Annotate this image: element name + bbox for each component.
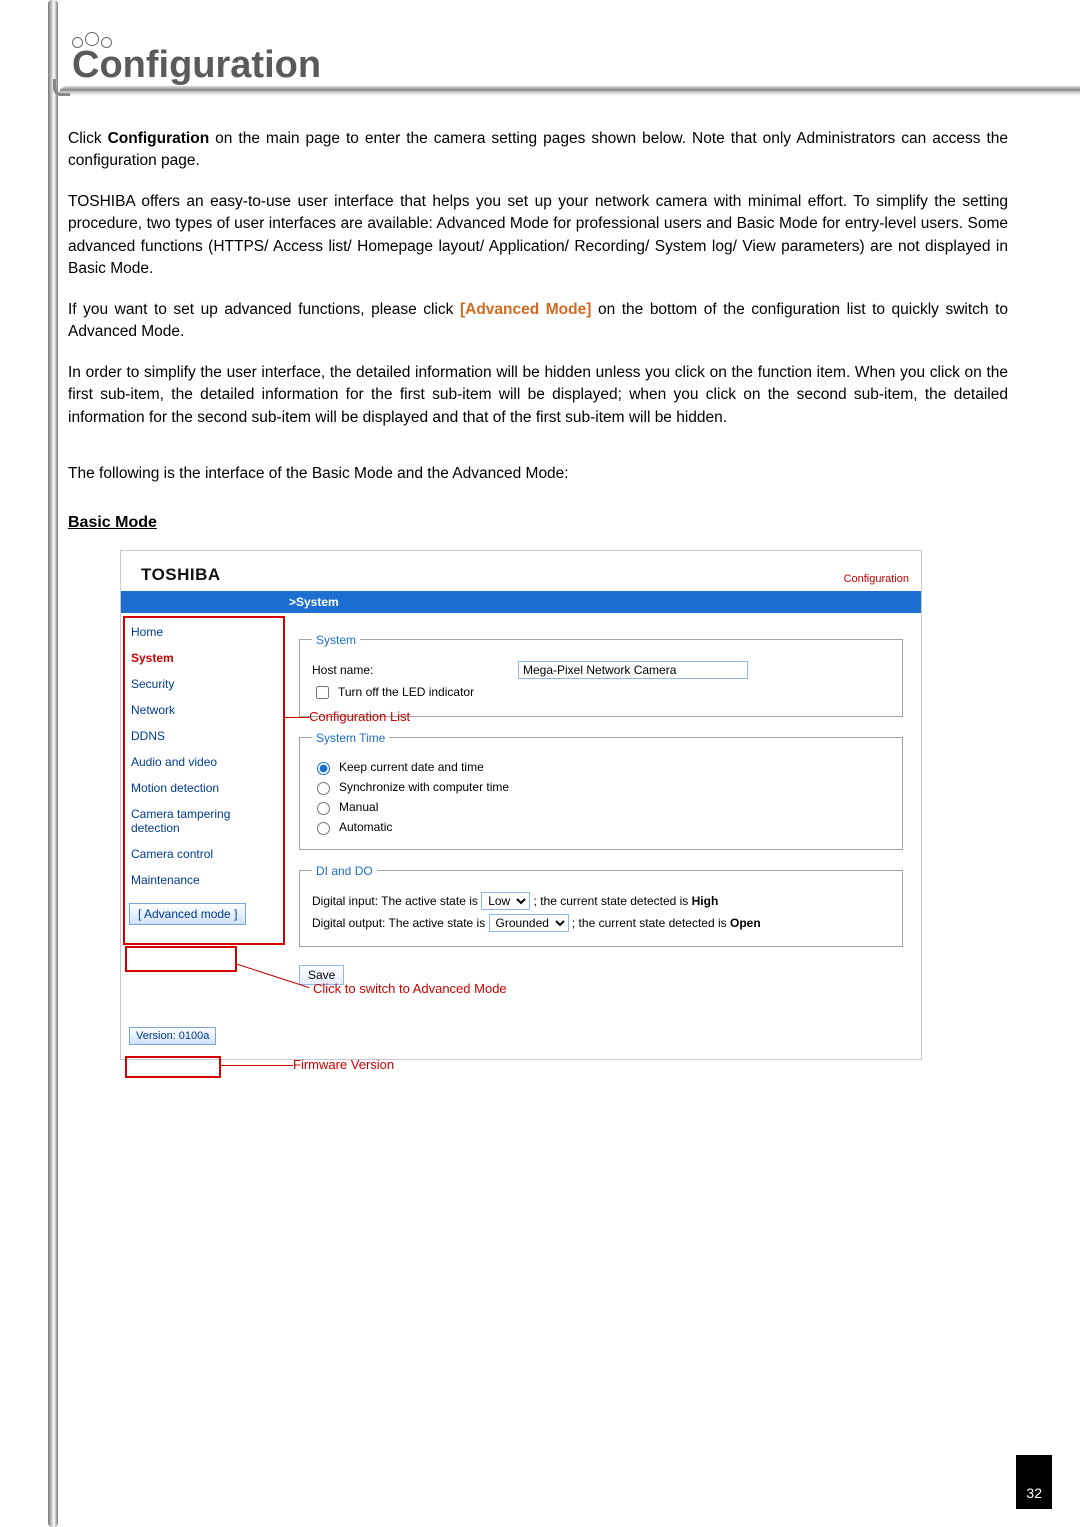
di-do-legend: DI and DO <box>312 864 377 878</box>
basic-mode-screenshot: TOSHIBA Configuration >System Home Syste… <box>120 550 922 1060</box>
hostname-input[interactable] <box>518 661 748 679</box>
do-state: Open <box>730 916 761 930</box>
callout-switch-advanced: Click to switch to Advanced Mode <box>313 981 507 996</box>
do-select[interactable]: Grounded <box>489 914 569 932</box>
do-label-a: Digital output: The active state is <box>312 916 489 930</box>
breadcrumb: >System <box>121 591 921 613</box>
page-number: 32 <box>1016 1455 1052 1509</box>
configuration-link[interactable]: Configuration <box>844 573 909 585</box>
di-select[interactable]: Low <box>481 892 530 910</box>
radio-auto-label: Automatic <box>339 820 392 834</box>
di-label-b: ; the current state detected is <box>534 894 692 908</box>
page-title: Configuration <box>72 44 321 87</box>
paragraph-1: Click Configuration on the main page to … <box>68 128 1008 173</box>
callout-box-config-list <box>123 616 285 945</box>
paragraph-5: The following is the interface of the Ba… <box>68 463 1008 485</box>
basic-mode-heading: Basic Mode <box>68 514 1008 532</box>
radio-sync[interactable] <box>317 782 330 795</box>
callout-box-advanced <box>125 946 237 972</box>
paragraph-2: TOSHIBA offers an easy-to-use user inter… <box>68 191 1008 281</box>
callout-config-list: Configuration List <box>309 709 410 724</box>
hostname-label: Host name: <box>312 663 512 677</box>
di-state: High <box>692 894 719 908</box>
radio-manual[interactable] <box>317 802 330 815</box>
radio-sync-label: Synchronize with computer time <box>339 780 509 794</box>
paragraph-4: In order to simplify the user interface,… <box>68 362 1008 429</box>
system-time-fieldset: System Time Keep current date and time S… <box>299 731 903 850</box>
system-time-legend: System Time <box>312 731 389 745</box>
callout-firmware-version: Firmware Version <box>293 1057 394 1072</box>
system-legend: System <box>312 633 360 647</box>
firmware-version-badge: Version: 0100a <box>129 1027 216 1045</box>
led-checkbox[interactable] <box>316 686 329 699</box>
led-label: Turn off the LED indicator <box>338 685 474 699</box>
callout-box-version <box>125 1056 221 1078</box>
brand-logo: TOSHIBA <box>141 565 221 585</box>
radio-keep[interactable] <box>317 762 330 775</box>
do-label-b: ; the current state detected is <box>572 916 730 930</box>
radio-auto[interactable] <box>317 822 330 835</box>
system-fieldset: System Host name: Turn off the LED indic… <box>299 633 903 717</box>
di-label-a: Digital input: The active state is <box>312 894 481 908</box>
radio-manual-label: Manual <box>339 800 378 814</box>
paragraph-3: If you want to set up advanced functions… <box>68 299 1008 344</box>
radio-keep-label: Keep current date and time <box>339 760 484 774</box>
di-do-fieldset: DI and DO Digital input: The active stat… <box>299 864 903 947</box>
